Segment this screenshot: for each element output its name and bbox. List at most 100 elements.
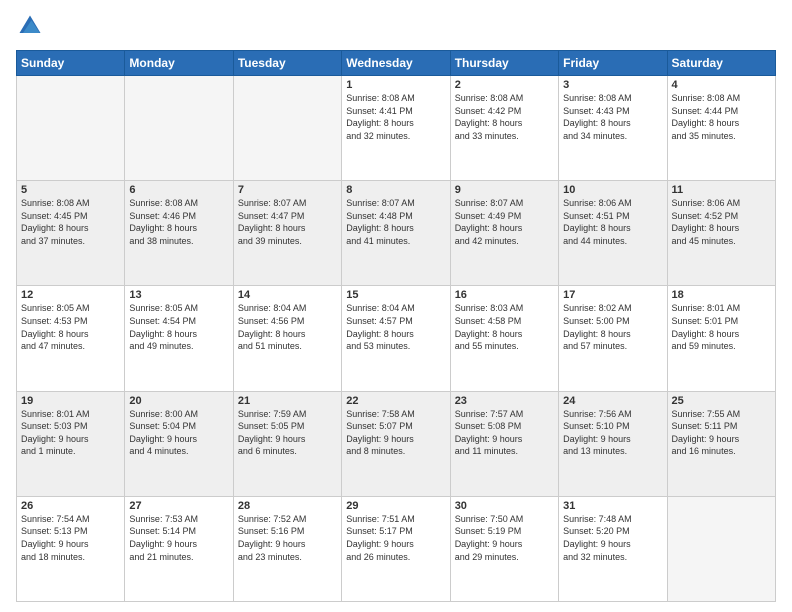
day-number: 18 bbox=[672, 289, 771, 301]
day-info: Sunrise: 8:08 AM Sunset: 4:42 PM Dayligh… bbox=[455, 92, 554, 142]
day-number: 20 bbox=[129, 395, 228, 407]
day-number: 25 bbox=[672, 395, 771, 407]
day-number: 24 bbox=[563, 395, 662, 407]
day-info: Sunrise: 8:08 AM Sunset: 4:43 PM Dayligh… bbox=[563, 92, 662, 142]
calendar-cell bbox=[667, 496, 775, 601]
day-number: 29 bbox=[346, 500, 445, 512]
day-info: Sunrise: 7:50 AM Sunset: 5:19 PM Dayligh… bbox=[455, 513, 554, 563]
calendar-cell bbox=[125, 76, 233, 181]
day-info: Sunrise: 8:04 AM Sunset: 4:56 PM Dayligh… bbox=[238, 302, 337, 352]
day-number: 10 bbox=[563, 184, 662, 196]
calendar-cell: 20Sunrise: 8:00 AM Sunset: 5:04 PM Dayli… bbox=[125, 391, 233, 496]
day-info: Sunrise: 8:08 AM Sunset: 4:45 PM Dayligh… bbox=[21, 197, 120, 247]
calendar-cell: 1Sunrise: 8:08 AM Sunset: 4:41 PM Daylig… bbox=[342, 76, 450, 181]
calendar-cell: 21Sunrise: 7:59 AM Sunset: 5:05 PM Dayli… bbox=[233, 391, 341, 496]
logo bbox=[16, 12, 48, 40]
header bbox=[16, 12, 776, 40]
day-info: Sunrise: 7:59 AM Sunset: 5:05 PM Dayligh… bbox=[238, 408, 337, 458]
calendar-cell bbox=[17, 76, 125, 181]
calendar-cell: 29Sunrise: 7:51 AM Sunset: 5:17 PM Dayli… bbox=[342, 496, 450, 601]
day-info: Sunrise: 7:48 AM Sunset: 5:20 PM Dayligh… bbox=[563, 513, 662, 563]
calendar-week-4: 19Sunrise: 8:01 AM Sunset: 5:03 PM Dayli… bbox=[17, 391, 776, 496]
day-info: Sunrise: 8:04 AM Sunset: 4:57 PM Dayligh… bbox=[346, 302, 445, 352]
day-info: Sunrise: 8:06 AM Sunset: 4:51 PM Dayligh… bbox=[563, 197, 662, 247]
calendar-cell: 26Sunrise: 7:54 AM Sunset: 5:13 PM Dayli… bbox=[17, 496, 125, 601]
calendar-cell: 16Sunrise: 8:03 AM Sunset: 4:58 PM Dayli… bbox=[450, 286, 558, 391]
day-number: 4 bbox=[672, 79, 771, 91]
calendar-header-wednesday: Wednesday bbox=[342, 51, 450, 76]
day-info: Sunrise: 8:08 AM Sunset: 4:44 PM Dayligh… bbox=[672, 92, 771, 142]
calendar-cell: 30Sunrise: 7:50 AM Sunset: 5:19 PM Dayli… bbox=[450, 496, 558, 601]
day-number: 2 bbox=[455, 79, 554, 91]
day-info: Sunrise: 8:01 AM Sunset: 5:03 PM Dayligh… bbox=[21, 408, 120, 458]
calendar-cell: 8Sunrise: 8:07 AM Sunset: 4:48 PM Daylig… bbox=[342, 181, 450, 286]
calendar-cell: 6Sunrise: 8:08 AM Sunset: 4:46 PM Daylig… bbox=[125, 181, 233, 286]
calendar-cell: 22Sunrise: 7:58 AM Sunset: 5:07 PM Dayli… bbox=[342, 391, 450, 496]
calendar-cell: 25Sunrise: 7:55 AM Sunset: 5:11 PM Dayli… bbox=[667, 391, 775, 496]
day-number: 22 bbox=[346, 395, 445, 407]
day-number: 3 bbox=[563, 79, 662, 91]
calendar-header-row: SundayMondayTuesdayWednesdayThursdayFrid… bbox=[17, 51, 776, 76]
calendar-cell: 7Sunrise: 8:07 AM Sunset: 4:47 PM Daylig… bbox=[233, 181, 341, 286]
day-info: Sunrise: 8:08 AM Sunset: 4:41 PM Dayligh… bbox=[346, 92, 445, 142]
day-number: 23 bbox=[455, 395, 554, 407]
day-number: 7 bbox=[238, 184, 337, 196]
calendar-cell: 31Sunrise: 7:48 AM Sunset: 5:20 PM Dayli… bbox=[559, 496, 667, 601]
day-info: Sunrise: 8:05 AM Sunset: 4:54 PM Dayligh… bbox=[129, 302, 228, 352]
day-info: Sunrise: 7:58 AM Sunset: 5:07 PM Dayligh… bbox=[346, 408, 445, 458]
day-info: Sunrise: 7:54 AM Sunset: 5:13 PM Dayligh… bbox=[21, 513, 120, 563]
day-info: Sunrise: 8:08 AM Sunset: 4:46 PM Dayligh… bbox=[129, 197, 228, 247]
calendar-header-friday: Friday bbox=[559, 51, 667, 76]
calendar-cell: 4Sunrise: 8:08 AM Sunset: 4:44 PM Daylig… bbox=[667, 76, 775, 181]
day-info: Sunrise: 8:02 AM Sunset: 5:00 PM Dayligh… bbox=[563, 302, 662, 352]
day-number: 21 bbox=[238, 395, 337, 407]
calendar-cell: 15Sunrise: 8:04 AM Sunset: 4:57 PM Dayli… bbox=[342, 286, 450, 391]
calendar-cell: 10Sunrise: 8:06 AM Sunset: 4:51 PM Dayli… bbox=[559, 181, 667, 286]
calendar-week-5: 26Sunrise: 7:54 AM Sunset: 5:13 PM Dayli… bbox=[17, 496, 776, 601]
day-info: Sunrise: 7:56 AM Sunset: 5:10 PM Dayligh… bbox=[563, 408, 662, 458]
calendar-cell: 27Sunrise: 7:53 AM Sunset: 5:14 PM Dayli… bbox=[125, 496, 233, 601]
day-number: 1 bbox=[346, 79, 445, 91]
day-number: 31 bbox=[563, 500, 662, 512]
calendar-header-sunday: Sunday bbox=[17, 51, 125, 76]
calendar-week-3: 12Sunrise: 8:05 AM Sunset: 4:53 PM Dayli… bbox=[17, 286, 776, 391]
day-number: 11 bbox=[672, 184, 771, 196]
calendar-week-1: 1Sunrise: 8:08 AM Sunset: 4:41 PM Daylig… bbox=[17, 76, 776, 181]
calendar-cell: 14Sunrise: 8:04 AM Sunset: 4:56 PM Dayli… bbox=[233, 286, 341, 391]
day-number: 17 bbox=[563, 289, 662, 301]
calendar-cell: 19Sunrise: 8:01 AM Sunset: 5:03 PM Dayli… bbox=[17, 391, 125, 496]
calendar-header-monday: Monday bbox=[125, 51, 233, 76]
calendar-week-2: 5Sunrise: 8:08 AM Sunset: 4:45 PM Daylig… bbox=[17, 181, 776, 286]
calendar-cell: 12Sunrise: 8:05 AM Sunset: 4:53 PM Dayli… bbox=[17, 286, 125, 391]
day-info: Sunrise: 7:55 AM Sunset: 5:11 PM Dayligh… bbox=[672, 408, 771, 458]
day-info: Sunrise: 8:07 AM Sunset: 4:48 PM Dayligh… bbox=[346, 197, 445, 247]
day-number: 13 bbox=[129, 289, 228, 301]
calendar-cell: 23Sunrise: 7:57 AM Sunset: 5:08 PM Dayli… bbox=[450, 391, 558, 496]
day-number: 5 bbox=[21, 184, 120, 196]
day-info: Sunrise: 8:00 AM Sunset: 5:04 PM Dayligh… bbox=[129, 408, 228, 458]
calendar-cell: 9Sunrise: 8:07 AM Sunset: 4:49 PM Daylig… bbox=[450, 181, 558, 286]
day-info: Sunrise: 8:05 AM Sunset: 4:53 PM Dayligh… bbox=[21, 302, 120, 352]
calendar-cell: 18Sunrise: 8:01 AM Sunset: 5:01 PM Dayli… bbox=[667, 286, 775, 391]
day-number: 26 bbox=[21, 500, 120, 512]
day-number: 16 bbox=[455, 289, 554, 301]
day-info: Sunrise: 7:57 AM Sunset: 5:08 PM Dayligh… bbox=[455, 408, 554, 458]
calendar-header-tuesday: Tuesday bbox=[233, 51, 341, 76]
day-info: Sunrise: 7:52 AM Sunset: 5:16 PM Dayligh… bbox=[238, 513, 337, 563]
day-info: Sunrise: 7:53 AM Sunset: 5:14 PM Dayligh… bbox=[129, 513, 228, 563]
day-number: 28 bbox=[238, 500, 337, 512]
calendar-cell: 24Sunrise: 7:56 AM Sunset: 5:10 PM Dayli… bbox=[559, 391, 667, 496]
day-info: Sunrise: 8:07 AM Sunset: 4:49 PM Dayligh… bbox=[455, 197, 554, 247]
day-number: 19 bbox=[21, 395, 120, 407]
logo-icon bbox=[16, 12, 44, 40]
calendar-cell bbox=[233, 76, 341, 181]
day-number: 12 bbox=[21, 289, 120, 301]
day-info: Sunrise: 8:06 AM Sunset: 4:52 PM Dayligh… bbox=[672, 197, 771, 247]
calendar-header-saturday: Saturday bbox=[667, 51, 775, 76]
page: SundayMondayTuesdayWednesdayThursdayFrid… bbox=[0, 0, 792, 612]
day-number: 9 bbox=[455, 184, 554, 196]
calendar-cell: 13Sunrise: 8:05 AM Sunset: 4:54 PM Dayli… bbox=[125, 286, 233, 391]
day-number: 8 bbox=[346, 184, 445, 196]
calendar-cell: 17Sunrise: 8:02 AM Sunset: 5:00 PM Dayli… bbox=[559, 286, 667, 391]
calendar-cell: 11Sunrise: 8:06 AM Sunset: 4:52 PM Dayli… bbox=[667, 181, 775, 286]
